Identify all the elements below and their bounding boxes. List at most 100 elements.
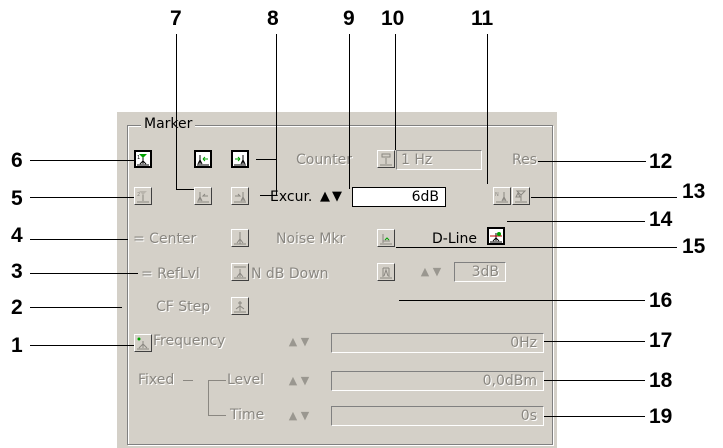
callout-12: 12 bbox=[649, 150, 673, 173]
res-label: Res bbox=[512, 152, 538, 168]
min-right-icon bbox=[234, 192, 246, 203]
callout-11: 11 bbox=[471, 7, 494, 30]
callout-4: 4 bbox=[11, 224, 23, 247]
callout-6: 6 bbox=[11, 149, 23, 172]
callout-2: 2 bbox=[11, 296, 23, 319]
peak-right-button[interactable] bbox=[231, 150, 249, 168]
callout-3: 3 bbox=[11, 260, 23, 283]
leader-9 bbox=[349, 34, 350, 189]
marker-2-icon: 2 bbox=[137, 191, 149, 203]
next-peak-button[interactable]: N bbox=[493, 187, 511, 205]
level-down-arrow[interactable]: ▼ bbox=[300, 375, 310, 387]
leader-2 bbox=[30, 307, 122, 308]
level-connector bbox=[208, 380, 226, 381]
ndb-value-field[interactable]: 3dB bbox=[454, 262, 506, 282]
min-right-button[interactable] bbox=[231, 187, 249, 205]
callout-17: 17 bbox=[649, 329, 673, 352]
leader-10 bbox=[395, 34, 396, 150]
callout-1: 1 bbox=[11, 334, 23, 357]
leader-8-foot bbox=[260, 195, 276, 196]
next-peak-icon: N bbox=[495, 192, 508, 203]
marker-2-button[interactable]: 2 bbox=[134, 187, 152, 205]
callout-5: 5 bbox=[11, 187, 23, 210]
fixed-connector-v bbox=[208, 380, 209, 416]
time-down-arrow[interactable]: ▼ bbox=[300, 410, 310, 422]
excur-value-field[interactable]: 6dB bbox=[352, 187, 446, 207]
delta-marker-button[interactable] bbox=[512, 187, 530, 205]
svg-text:N: N bbox=[495, 192, 499, 198]
counter-button[interactable] bbox=[377, 150, 395, 168]
fixed-label: Fixed bbox=[138, 372, 175, 388]
leader-5 bbox=[30, 197, 134, 198]
ndb-up-arrow[interactable]: ▲ bbox=[420, 266, 430, 278]
ndb-down-button[interactable] bbox=[377, 263, 395, 281]
time-connector bbox=[208, 415, 226, 416]
frequency-label: Frequency bbox=[153, 333, 226, 349]
callout-13: 13 bbox=[682, 180, 706, 203]
callout-16: 16 bbox=[649, 289, 673, 312]
leader-17 bbox=[544, 341, 645, 342]
peak-right-icon bbox=[234, 155, 246, 166]
marker-to-center-button[interactable] bbox=[231, 229, 249, 247]
cf-step-label: CF Step bbox=[156, 299, 211, 315]
center-label: = Center bbox=[133, 231, 197, 247]
callout-7: 7 bbox=[170, 7, 182, 30]
marker-to-cfstep-icon bbox=[234, 301, 246, 313]
counter-value-field[interactable]: 1 Hz bbox=[396, 150, 482, 170]
marker-to-reflvl-button[interactable] bbox=[231, 263, 249, 281]
leader-13 bbox=[531, 197, 677, 198]
leader-14 bbox=[507, 221, 645, 222]
marker-to-reflvl-icon bbox=[234, 266, 246, 279]
reflvl-label: = RefLvl bbox=[141, 266, 200, 282]
callout-19: 19 bbox=[649, 405, 673, 428]
d-line-button[interactable] bbox=[487, 227, 505, 245]
marker-to-cfstep-button[interactable] bbox=[231, 297, 249, 315]
fixed-marker-button[interactable] bbox=[134, 334, 152, 352]
d-line-icon bbox=[490, 232, 502, 243]
frequency-field[interactable]: 0Hz bbox=[331, 333, 544, 353]
frequency-up-arrow[interactable]: ▲ bbox=[288, 336, 298, 348]
marker-1-button[interactable]: 1 bbox=[134, 150, 152, 168]
ndb-down-icon bbox=[380, 267, 392, 279]
leader-12 bbox=[538, 161, 646, 162]
excur-down-arrow[interactable]: ▼ bbox=[332, 190, 342, 203]
min-left-icon bbox=[197, 192, 209, 203]
leader-1 bbox=[30, 345, 134, 346]
peak-left-icon bbox=[197, 155, 209, 166]
time-label: Time bbox=[230, 407, 265, 423]
callout-14: 14 bbox=[649, 208, 673, 231]
counter-icon bbox=[380, 153, 392, 166]
svg-text:1: 1 bbox=[137, 155, 140, 161]
leader-19 bbox=[544, 416, 645, 417]
noise-marker-button[interactable] bbox=[377, 229, 395, 247]
level-field[interactable]: 0,0dBm bbox=[331, 371, 544, 391]
marker-group-box bbox=[127, 125, 553, 445]
leader-8-foot2 bbox=[256, 159, 276, 160]
marker-to-center-icon bbox=[234, 232, 246, 245]
callout-8: 8 bbox=[267, 7, 279, 30]
fixed-connector-h bbox=[183, 380, 193, 381]
callout-10: 10 bbox=[381, 7, 405, 30]
noise-marker-icon bbox=[380, 234, 392, 245]
peak-left-button[interactable] bbox=[194, 150, 212, 168]
delta-marker-icon bbox=[515, 190, 527, 203]
level-up-arrow[interactable]: ▲ bbox=[288, 375, 298, 387]
svg-text:2: 2 bbox=[137, 192, 140, 198]
leader-15 bbox=[396, 247, 677, 248]
time-field[interactable]: 0s bbox=[331, 406, 544, 426]
marker-1-icon: 1 bbox=[137, 154, 149, 166]
leader-6 bbox=[30, 160, 134, 161]
frequency-down-arrow[interactable]: ▼ bbox=[300, 336, 310, 348]
leader-4 bbox=[30, 239, 128, 240]
callout-9: 9 bbox=[343, 7, 355, 30]
time-up-arrow[interactable]: ▲ bbox=[288, 410, 298, 422]
ndb-down-arrow[interactable]: ▼ bbox=[432, 266, 442, 278]
ndb-down-label: N dB Down bbox=[251, 266, 329, 282]
min-left-button[interactable] bbox=[194, 187, 212, 205]
fixed-marker-icon bbox=[137, 337, 149, 350]
marker-group-title: Marker bbox=[141, 116, 196, 132]
leader-7 bbox=[176, 34, 177, 189]
leader-7-foot bbox=[176, 189, 194, 190]
excur-up-arrow[interactable]: ▲ bbox=[320, 190, 330, 203]
callout-18: 18 bbox=[649, 369, 673, 392]
